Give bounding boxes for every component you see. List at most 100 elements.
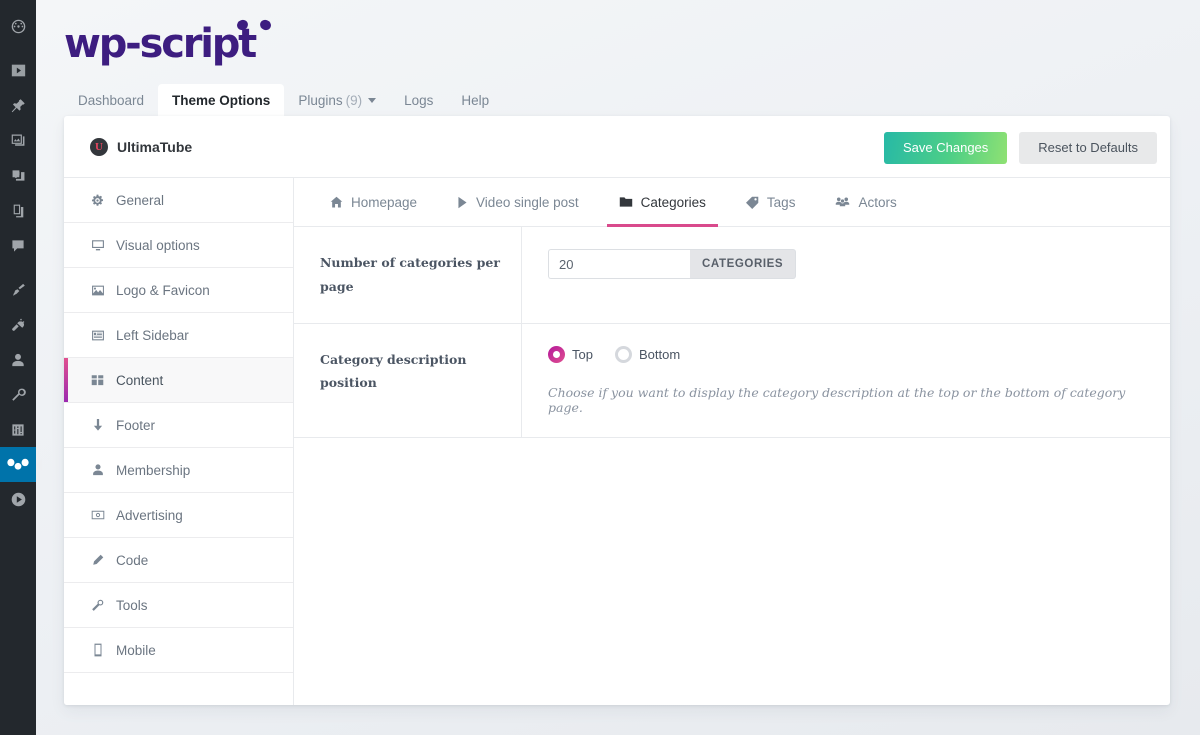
- field-control-categories-per-page: CATEGORIES: [522, 227, 1170, 323]
- home-icon: [330, 196, 343, 209]
- tab-help[interactable]: Help: [447, 84, 503, 116]
- input-group-categories-per-page: CATEGORIES: [548, 249, 797, 279]
- reset-to-defaults-button[interactable]: Reset to Defaults: [1019, 132, 1157, 164]
- tab-tags[interactable]: Tags: [726, 178, 816, 226]
- tab-actors[interactable]: Actors: [815, 178, 916, 226]
- sidebar-item-advertising-label: Advertising: [116, 507, 183, 523]
- arrow-down-icon: [90, 418, 105, 432]
- rail-item-plugin-icon[interactable]: [0, 307, 36, 342]
- rail-item-wp-script-panda-icon[interactable]: [0, 447, 42, 482]
- sidebar-item-left-sidebar[interactable]: Left Sidebar: [64, 313, 293, 358]
- tab-theme-options-label: Theme Options: [172, 92, 271, 108]
- card-header: U UltimaTube Save Changes Reset to Defau…: [64, 116, 1170, 178]
- folder-icon: [619, 196, 633, 208]
- image-icon: [90, 284, 105, 297]
- wrench-icon: [90, 599, 105, 612]
- rail-item-media-icon[interactable]: [0, 123, 36, 158]
- tab-categories[interactable]: Categories: [599, 178, 726, 227]
- users-icon: [835, 196, 850, 208]
- sidebar-item-visual-options[interactable]: Visual options: [64, 223, 293, 268]
- rail-item-photo-music-icon[interactable]: [0, 158, 36, 193]
- theme-options-card: U UltimaTube Save Changes Reset to Defau…: [64, 116, 1170, 705]
- user-icon: [90, 463, 105, 477]
- sidebar-item-membership[interactable]: Membership: [64, 448, 293, 493]
- tab-video-single-post-label: Video single post: [476, 194, 579, 210]
- tab-plugins[interactable]: Plugins (9): [284, 84, 390, 116]
- sidebar-item-left-sidebar-label: Left Sidebar: [116, 327, 189, 343]
- sidebar-item-advertising[interactable]: Advertising: [64, 493, 293, 538]
- page-container: wp-script Dashboard Theme Options Plugin…: [36, 0, 1200, 735]
- options-panel: Homepage Video single post Categories Ta…: [294, 178, 1170, 705]
- tab-categories-label: Categories: [640, 194, 706, 210]
- panda-ear-right-icon: [258, 18, 273, 32]
- sidebar-item-general[interactable]: General: [64, 178, 293, 223]
- form-row-category-description-position: Category description position Top Bottom: [294, 323, 1170, 438]
- sidebar-item-logo-favicon[interactable]: Logo & Favicon: [64, 268, 293, 313]
- sidebar-item-tools-label: Tools: [116, 597, 148, 613]
- tab-logs[interactable]: Logs: [390, 84, 447, 116]
- sidebar-item-mobile-label: Mobile: [116, 642, 156, 658]
- tab-actors-label: Actors: [858, 194, 897, 210]
- sidebar-item-membership-label: Membership: [116, 462, 191, 478]
- sidebar-item-general-label: General: [116, 192, 165, 208]
- grid-icon: [90, 374, 105, 387]
- brand-logo: wp-script: [64, 8, 384, 74]
- play-icon: [457, 196, 468, 209]
- tab-dashboard-label: Dashboard: [78, 92, 145, 108]
- rail-item-comments-icon[interactable]: [0, 228, 36, 263]
- categories-per-page-input[interactable]: [548, 249, 690, 279]
- tag-icon: [745, 196, 759, 209]
- rail-item-media-player-icon[interactable]: [0, 482, 36, 517]
- rail-item-dashboard-icon[interactable]: [0, 9, 36, 44]
- theme-badge: U: [90, 138, 108, 156]
- gear-icon: [90, 194, 105, 207]
- active-theme-identity: U UltimaTube: [90, 138, 192, 156]
- tab-dashboard[interactable]: Dashboard: [64, 84, 158, 116]
- form-row-categories-per-page: Number of categories per page CATEGORIES: [294, 227, 1170, 324]
- rail-item-brush-icon[interactable]: [0, 272, 36, 307]
- pencil-icon: [90, 554, 105, 567]
- radio-option-bottom-label: Bottom: [638, 346, 681, 362]
- field-label-categories-per-page: Number of categories per page: [294, 227, 522, 323]
- sidebar-item-tools[interactable]: Tools: [64, 583, 293, 628]
- tab-help-label: Help: [461, 92, 490, 108]
- rail-item-videos-icon[interactable]: [0, 53, 36, 88]
- rail-item-user-icon[interactable]: [0, 342, 36, 377]
- radio-mark-bottom-icon: [614, 345, 632, 363]
- rail-item-pages-icon[interactable]: [0, 193, 36, 228]
- sidebar-icon: [90, 329, 105, 342]
- rail-item-pin-icon[interactable]: [0, 88, 36, 123]
- radio-mark-top-icon: [548, 345, 565, 363]
- theme-name: UltimaTube: [117, 139, 193, 155]
- radio-group-category-description-position: Top Bottom: [548, 345, 1144, 363]
- tab-theme-options[interactable]: Theme Options: [158, 84, 285, 116]
- wordpress-admin-sidebar: [0, 0, 42, 735]
- sidebar-item-blank: [64, 673, 293, 705]
- chevron-down-icon[interactable]: [368, 97, 377, 103]
- card-body: General Visual options Logo & Favicon Le…: [64, 178, 1170, 705]
- tab-video-single-post[interactable]: Video single post: [437, 178, 599, 226]
- sidebar-item-code[interactable]: Code: [64, 538, 293, 583]
- tab-logs-label: Logs: [404, 92, 434, 108]
- categories-per-page-addon: CATEGORIES: [690, 249, 797, 279]
- card-header-actions: Save Changes Reset to Defaults: [884, 132, 1157, 164]
- sidebar-item-footer-label: Footer: [116, 417, 156, 433]
- sidebar-item-footer[interactable]: Footer: [64, 403, 293, 448]
- sidebar-item-code-label: Code: [116, 552, 149, 568]
- sidebar-item-visual-options-label: Visual options: [116, 237, 200, 253]
- tab-homepage[interactable]: Homepage: [310, 178, 437, 226]
- tab-tags-label: Tags: [766, 194, 796, 210]
- save-changes-button[interactable]: Save Changes: [884, 132, 1008, 164]
- sidebar-item-logo-favicon-label: Logo & Favicon: [116, 282, 210, 298]
- smartphone-icon: [90, 643, 105, 657]
- content-sub-tabs: Homepage Video single post Categories Ta…: [294, 178, 1170, 227]
- sidebar-item-mobile[interactable]: Mobile: [64, 628, 293, 673]
- radio-option-bottom[interactable]: Bottom: [614, 345, 681, 363]
- rail-item-settings-icon[interactable]: [0, 412, 36, 447]
- options-sidebar: General Visual options Logo & Favicon Le…: [64, 178, 294, 705]
- sidebar-item-content[interactable]: Content: [64, 358, 293, 403]
- radio-option-top[interactable]: Top: [548, 345, 593, 363]
- sidebar-item-content-label: Content: [116, 372, 164, 388]
- field-label-category-description-position: Category description position: [294, 323, 522, 437]
- rail-item-tools-icon[interactable]: [0, 377, 36, 412]
